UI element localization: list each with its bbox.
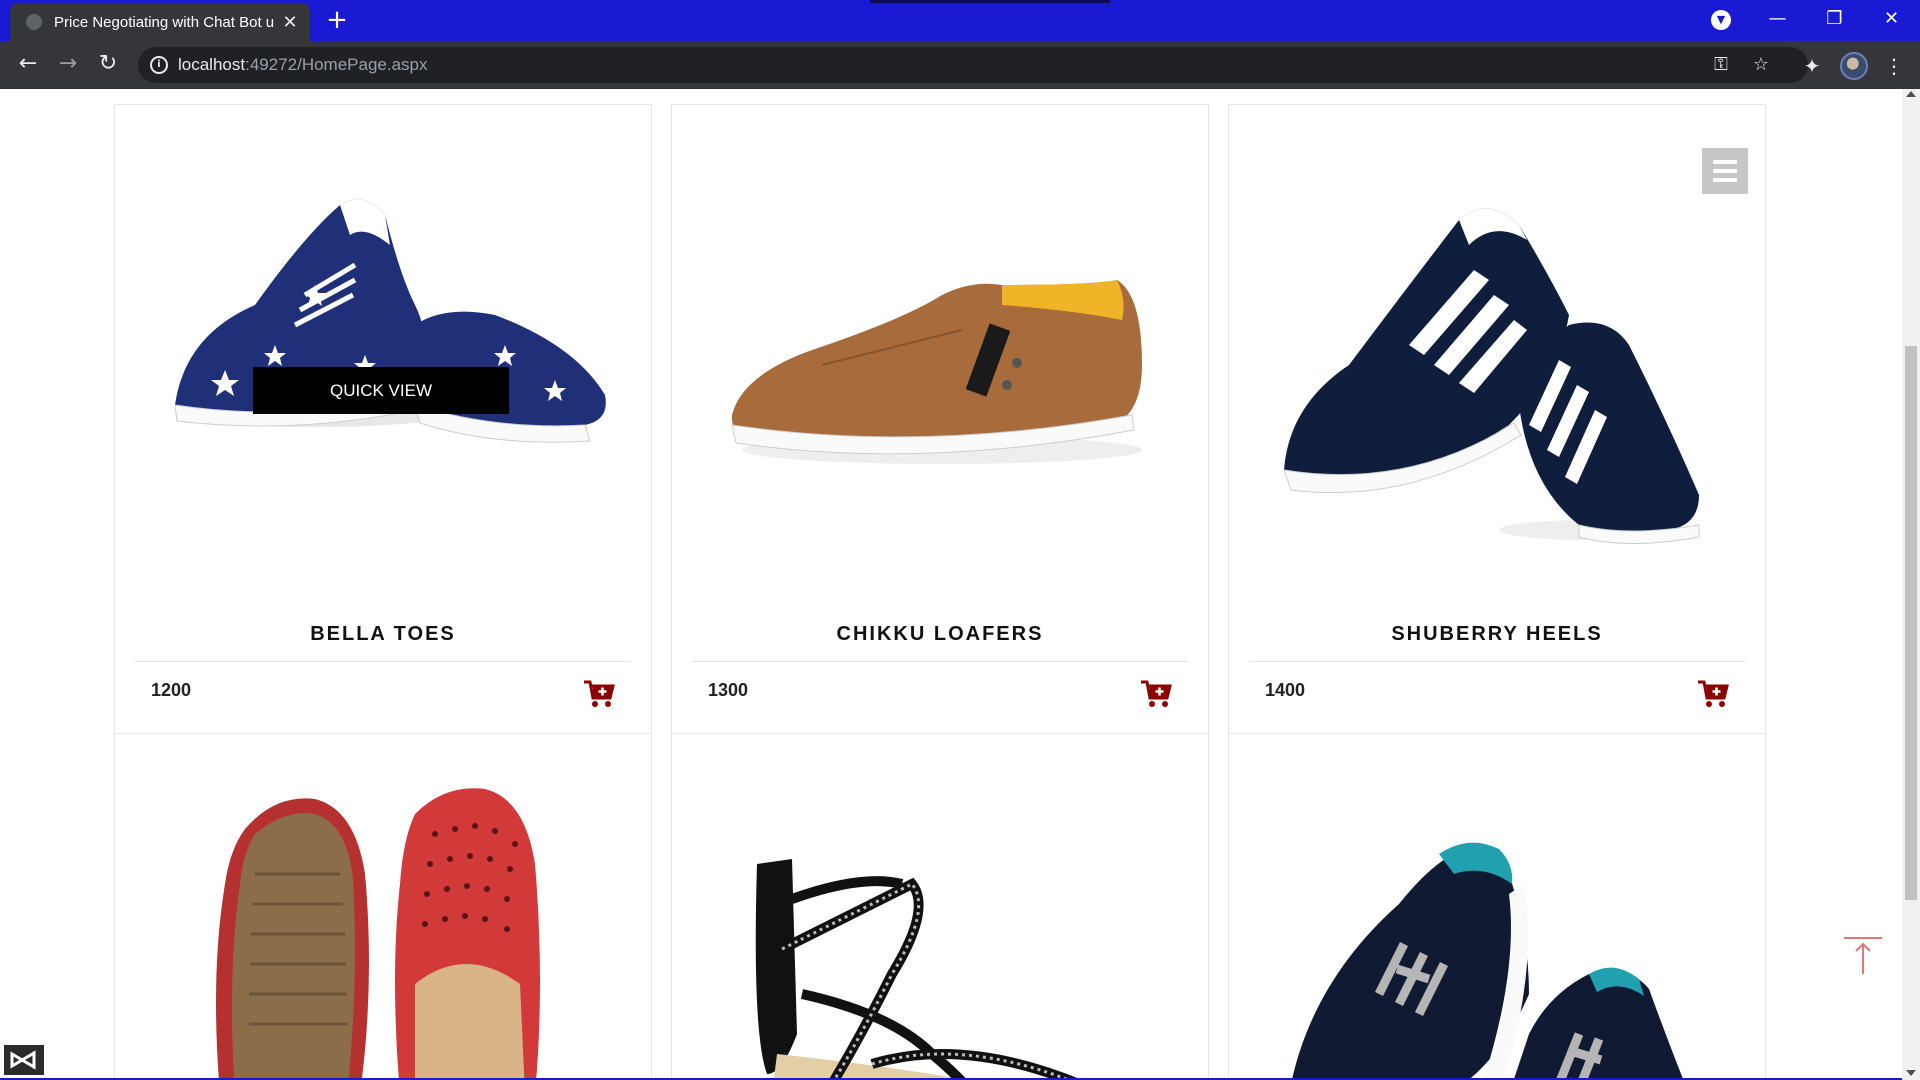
hamburger-menu-button[interactable] (1702, 148, 1748, 194)
window-drag-indicator (870, 0, 1110, 3)
product-card[interactable]: QUICK VIEW BELLA TOES 1200 (114, 104, 652, 734)
striped-sneakers-image (1283, 208, 1700, 544)
product-name[interactable]: CHIKKU LOAFERS (672, 623, 1208, 646)
tab-title: Price Negotiating with Chat Bot u (54, 13, 275, 31)
scroll-up-icon[interactable] (1906, 91, 1916, 97)
browser-tab-strip: Price Negotiating with Chat Bot u ✕ + ▼ … (0, 0, 1920, 41)
product-name[interactable]: SHUBERRY HEELS (1229, 623, 1765, 646)
restore-button[interactable]: ❐ (1806, 0, 1863, 41)
product-price: 1300 (708, 680, 749, 700)
product-card[interactable]: CHIKKU LOAFERS 1300 (671, 104, 1209, 734)
page-viewport: QUICK VIEW BELLA TOES 1200 CHIKKU LOAFER… (0, 89, 1902, 1080)
minimize-button[interactable]: — (1749, 0, 1806, 41)
add-to-cart-icon[interactable] (1697, 679, 1729, 709)
add-to-cart-icon[interactable] (1140, 679, 1172, 709)
product-image[interactable] (1229, 105, 1765, 585)
scroll-down-icon[interactable] (1906, 1070, 1916, 1076)
browser-toolbar: ← → ↻ i localhost:49272/HomePage.aspx ⚿ … (0, 41, 1920, 89)
close-window-button[interactable]: ✕ (1863, 0, 1920, 41)
profile-avatar[interactable] (1840, 52, 1868, 80)
url-text[interactable]: localhost:49272/HomePage.aspx (178, 55, 428, 75)
password-key-icon[interactable]: ⚿ (1708, 53, 1734, 79)
site-info-icon[interactable]: i (150, 56, 168, 74)
loafer-image (731, 280, 1142, 464)
bookmark-star-icon[interactable]: ☆ (1748, 53, 1774, 79)
card-divider (1249, 661, 1745, 662)
card-divider (692, 661, 1188, 662)
product-price: 1200 (151, 680, 192, 700)
browser-link-icon[interactable] (4, 1045, 44, 1075)
product-card[interactable]: SHUBERRY HEELS 1400 (1228, 104, 1766, 734)
favicon-icon (26, 14, 42, 30)
scrollbar-thumb[interactable] (1905, 346, 1917, 900)
reload-button[interactable]: ↻ (92, 49, 124, 81)
close-tab-icon[interactable]: ✕ (280, 12, 300, 33)
card-divider (135, 661, 631, 662)
product-card[interactable] (114, 733, 652, 1080)
product-name[interactable]: BELLA TOES (115, 623, 651, 646)
product-card[interactable] (671, 733, 1209, 1080)
extensions-puzzle-icon[interactable]: ✦ (1798, 53, 1826, 81)
product-image[interactable] (672, 105, 1208, 585)
red-bellies-image (216, 788, 540, 1080)
strappy-sandal-image (755, 859, 1083, 1080)
browser-tab[interactable]: Price Negotiating with Chat Bot u ✕ (10, 3, 310, 41)
product-price: 1400 (1265, 680, 1306, 700)
tab-search-icon[interactable]: ▼ (1711, 10, 1731, 30)
teal-sneakers-image (1291, 842, 1684, 1080)
quick-view-button[interactable]: QUICK VIEW (253, 367, 509, 414)
scroll-to-top-button[interactable] (1842, 936, 1884, 976)
new-tab-button[interactable]: + (322, 6, 352, 36)
page-scrollbar[interactable] (1902, 89, 1920, 1080)
address-bar[interactable]: i localhost:49272/HomePage.aspx ⚿ ☆ (138, 47, 1808, 83)
star-sneakers-image (174, 199, 606, 443)
browser-menu-icon[interactable]: ⋮ (1880, 53, 1908, 81)
forward-button[interactable]: → (52, 49, 84, 81)
back-button[interactable]: ← (12, 49, 44, 81)
product-card[interactable] (1228, 733, 1766, 1080)
add-to-cart-icon[interactable] (583, 679, 615, 709)
product-image[interactable] (115, 105, 651, 585)
